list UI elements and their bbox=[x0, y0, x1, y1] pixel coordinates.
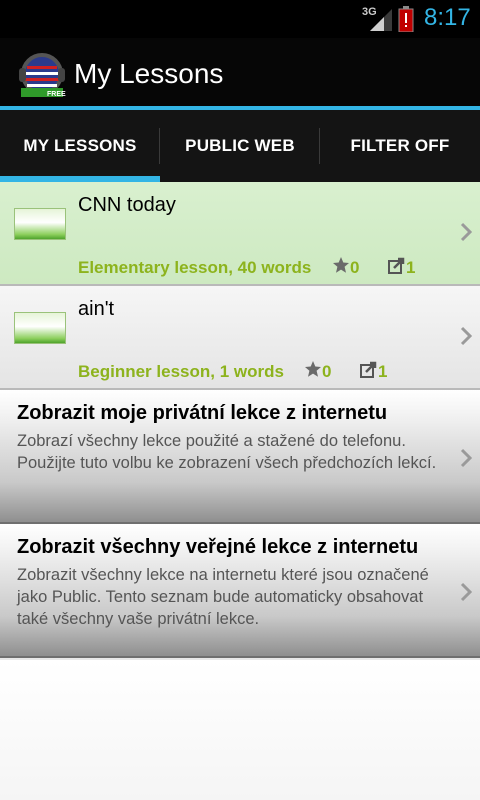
option-private-lessons[interactable]: Zobrazit moje privátní lekce z internetu… bbox=[0, 390, 480, 524]
chevron-right-icon bbox=[460, 582, 472, 602]
lesson-name: CNN today bbox=[78, 194, 176, 216]
lesson-meta: Elementary lesson, 40 words bbox=[78, 258, 312, 277]
signal-icon bbox=[370, 9, 392, 31]
empty-area bbox=[0, 660, 480, 800]
tab-label: PUBLIC WEB bbox=[185, 136, 295, 155]
share-icon bbox=[388, 257, 405, 274]
page-title: My Lessons bbox=[74, 58, 224, 89]
tab-bar: MY LESSONS PUBLIC WEB FILTER OFF bbox=[0, 110, 480, 182]
tab-label: FILTER OFF bbox=[350, 136, 450, 155]
svg-text:FREE: FREE bbox=[47, 91, 66, 98]
lesson-list: CNN today Elementary lesson, 40 words 0 … bbox=[0, 182, 480, 658]
status-bar: 3G 8:17 bbox=[0, 0, 480, 38]
star-icon bbox=[333, 257, 349, 273]
share-count: 1 bbox=[378, 362, 388, 381]
lesson-item-aint[interactable]: ain't Beginner lesson, 1 words 0 1 bbox=[0, 286, 480, 390]
star-icon bbox=[305, 361, 321, 377]
tab-my-lessons[interactable]: MY LESSONS bbox=[0, 110, 160, 182]
battery-alert-icon bbox=[398, 6, 414, 32]
app-logo-icon[interactable]: FREE bbox=[17, 52, 67, 98]
share-icon bbox=[360, 361, 377, 378]
option-title: Zobrazit všechny veřejné lekce z interne… bbox=[17, 536, 419, 558]
option-description: Zobrazit všechny lekce na internetu kter… bbox=[17, 566, 429, 628]
tab-filter-off[interactable]: FILTER OFF bbox=[320, 110, 480, 182]
lesson-thumbnail bbox=[14, 208, 66, 240]
tab-public-web[interactable]: PUBLIC WEB bbox=[160, 110, 320, 182]
chevron-right-icon bbox=[460, 326, 472, 346]
share-count: 1 bbox=[406, 258, 416, 277]
option-public-lessons[interactable]: Zobrazit všechny veřejné lekce z interne… bbox=[0, 524, 480, 658]
option-title: Zobrazit moje privátní lekce z internetu bbox=[17, 402, 388, 424]
action-bar: FREE My Lessons bbox=[0, 38, 480, 106]
chevron-right-icon bbox=[460, 448, 472, 468]
star-count: 0 bbox=[322, 362, 332, 381]
tab-label: MY LESSONS bbox=[23, 136, 137, 155]
lesson-item-cnn-today[interactable]: CNN today Elementary lesson, 40 words 0 … bbox=[0, 182, 480, 286]
option-description: Zobrazí všechny lekce použité a stažené … bbox=[17, 432, 437, 472]
lesson-thumbnail bbox=[14, 312, 66, 344]
chevron-right-icon bbox=[460, 222, 472, 242]
lesson-name: ain't bbox=[78, 298, 115, 320]
clock: 8:17 bbox=[424, 4, 471, 31]
star-count: 0 bbox=[350, 258, 360, 277]
lesson-meta: Beginner lesson, 1 words bbox=[78, 362, 284, 381]
